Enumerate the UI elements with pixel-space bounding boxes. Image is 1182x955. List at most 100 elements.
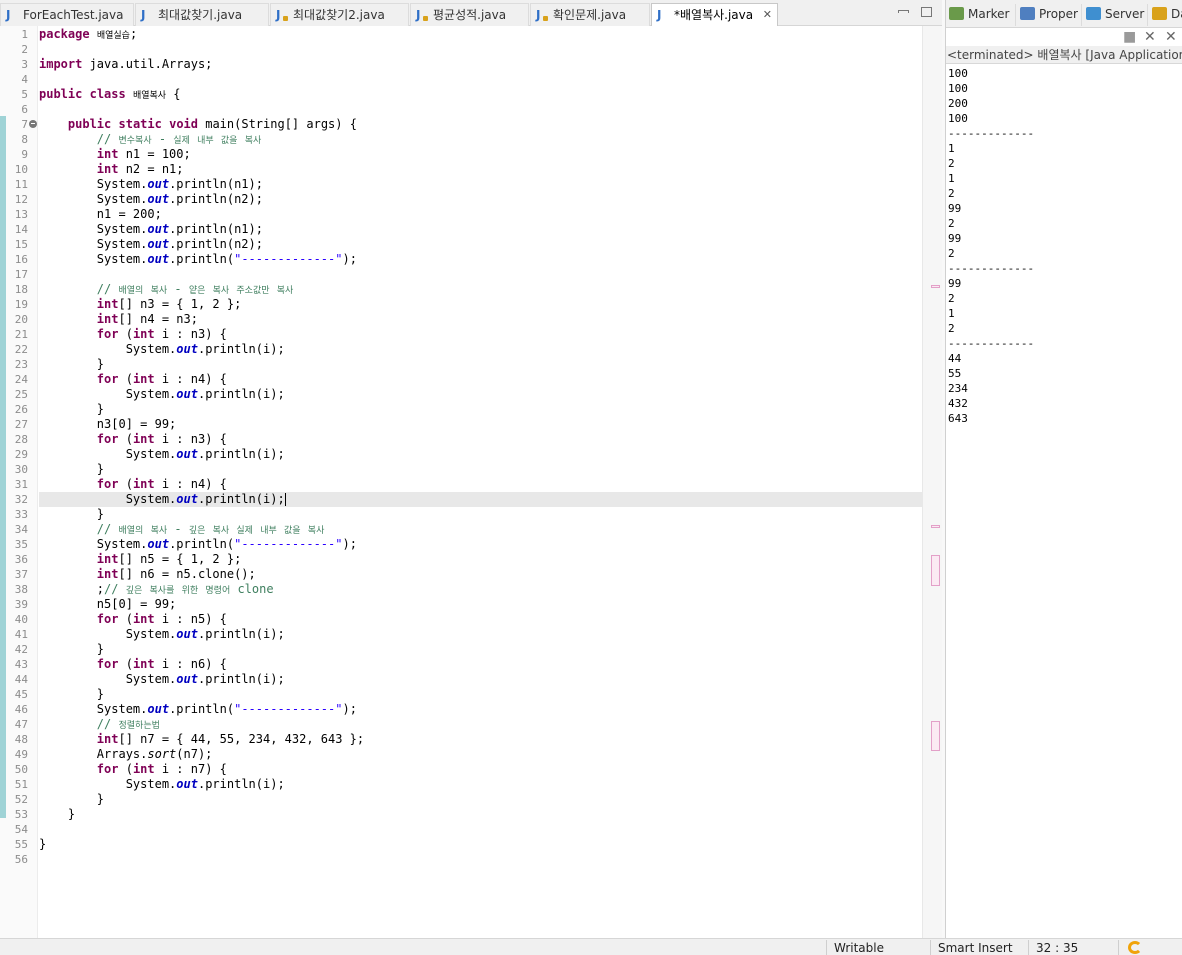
code-line[interactable]: n3[0] = 99; <box>39 417 922 432</box>
sync-icon[interactable] <box>1128 941 1142 954</box>
code-line[interactable]: Arrays.sort(n7); <box>39 747 922 762</box>
text-caret <box>284 493 286 506</box>
code-line[interactable]: for (int i : n4) { <box>39 477 922 492</box>
code-line[interactable] <box>39 72 922 87</box>
code-line[interactable]: for (int i : n5) { <box>39 612 922 627</box>
code-line[interactable]: System.out.println(n1); <box>39 222 922 237</box>
code-line[interactable] <box>39 267 922 282</box>
code-line[interactable]: System.out.println(i); <box>39 387 922 402</box>
code-line[interactable]: System.out.println(i); <box>39 447 922 462</box>
code-area[interactable]: package 배열실습; import java.util.Arrays; pub… <box>39 26 922 938</box>
overview-marker[interactable] <box>931 555 940 586</box>
line-number: 43 <box>14 658 28 671</box>
line-number: 23 <box>14 358 28 371</box>
code-line[interactable]: int n1 = 100; <box>39 147 922 162</box>
code-line[interactable]: int[] n3 = { 1, 2 }; <box>39 297 922 312</box>
code-line[interactable]: System.out.println("-------------"); <box>39 537 922 552</box>
code-line[interactable]: } <box>39 792 922 807</box>
console-output-line: 2 <box>948 217 955 230</box>
code-line[interactable]: package 배열실습; <box>39 27 922 42</box>
code-line[interactable]: System.out.println(i); <box>39 627 922 642</box>
code-line[interactable]: System.out.println(i); <box>39 672 922 687</box>
code-line[interactable]: } <box>39 807 922 822</box>
code-line[interactable]: System.out.println(n2); <box>39 237 922 252</box>
editor-tab-quiz[interactable]: J 확인문제.java <box>530 3 650 26</box>
code-editor[interactable]: 1 2 3 4 5 6 7 8 9 10 11 12 13 14 15 16 17 18 19 20 21 22 23 24 2… <box>0 26 942 938</box>
line-number: 50 <box>14 763 28 776</box>
code-line[interactable]: int[] n4 = n3; <box>39 312 922 327</box>
editor-tab-foreachtest[interactable]: J ForEachTest.java <box>0 3 134 26</box>
overview-ruler[interactable] <box>922 26 942 938</box>
view-tab-data-source[interactable]: Da <box>1149 4 1182 26</box>
line-number: 3 <box>21 58 28 71</box>
code-line[interactable] <box>39 102 922 117</box>
code-line[interactable]: int n2 = n1; <box>39 162 922 177</box>
code-line[interactable]: } <box>39 357 922 372</box>
console-output[interactable]: 100 100 200 100 ------------- 1 2 1 2 99 2 99 2 -----… <box>948 66 1178 426</box>
code-line[interactable]: public class 배열복사 { <box>39 87 922 102</box>
view-tab-bar: Marker Proper Server Da <box>946 0 1182 28</box>
line-number: 52 <box>14 793 28 806</box>
code-line[interactable] <box>39 822 922 837</box>
code-line[interactable]: System.out.println(i); <box>39 777 922 792</box>
code-line[interactable]: int[] n7 = { 44, 55, 234, 432, 643 }; <box>39 732 922 747</box>
code-line[interactable]: for (int i : n7) { <box>39 762 922 777</box>
close-tab-icon[interactable]: ✕ <box>763 4 772 26</box>
code-line[interactable] <box>39 42 922 57</box>
code-line[interactable]: System.out.println(n1); <box>39 177 922 192</box>
code-line[interactable]: import java.util.Arrays; <box>39 57 922 72</box>
code-line[interactable]: } <box>39 687 922 702</box>
remove-all-terminated-icon[interactable]: ✕ <box>1165 30 1177 44</box>
editor-tab-average[interactable]: J 평균성적.java <box>410 3 529 26</box>
fold-collapse-icon[interactable] <box>29 120 37 128</box>
code-line[interactable]: System.out.println("-------------"); <box>39 702 922 717</box>
line-number: 7 <box>21 118 28 131</box>
code-line[interactable] <box>39 852 922 867</box>
code-line[interactable]: } <box>39 402 922 417</box>
overview-marker[interactable] <box>931 525 940 528</box>
code-line[interactable]: for (int i : n3) { <box>39 327 922 342</box>
code-line[interactable]: } <box>39 462 922 477</box>
code-line[interactable]: } <box>39 642 922 657</box>
console-output-line: 432 <box>948 397 968 410</box>
minimize-icon[interactable] <box>898 10 909 13</box>
code-line[interactable]: // 배열의 복사 - 얕은 복사 주소값만 복사 <box>39 282 922 297</box>
code-line[interactable]: System.out.println(i); <box>39 492 922 507</box>
code-line[interactable]: for (int i : n6) { <box>39 657 922 672</box>
code-line[interactable]: n5[0] = 99; <box>39 597 922 612</box>
code-line[interactable]: n1 = 200; <box>39 207 922 222</box>
console-output-line: 234 <box>948 382 968 395</box>
overview-marker[interactable] <box>931 721 940 751</box>
code-line[interactable]: for (int i : n3) { <box>39 432 922 447</box>
line-number: 13 <box>14 208 28 221</box>
maximize-icon[interactable] <box>921 7 932 17</box>
view-tab-servers[interactable]: Server <box>1083 4 1148 26</box>
code-line[interactable]: // 정렬하는법 <box>39 717 922 732</box>
code-line[interactable]: System.out.println(i); <box>39 342 922 357</box>
code-line[interactable]: } <box>39 507 922 522</box>
code-line[interactable]: for (int i : n4) { <box>39 372 922 387</box>
terminate-icon[interactable]: ■ <box>1123 30 1136 44</box>
overview-marker[interactable] <box>931 285 940 288</box>
status-cursor-position[interactable]: 32 : 35 <box>1036 941 1078 955</box>
code-line[interactable]: ;// 깊은 복사를 위한 명령어 clone <box>39 582 922 597</box>
status-insert-mode[interactable]: Smart Insert <box>938 941 1013 955</box>
editor-tab-maxfind[interactable]: J 최대값찾기.java <box>135 3 269 26</box>
line-number: 8 <box>21 133 28 146</box>
line-number: 10 <box>14 163 28 176</box>
code-line[interactable]: int[] n6 = n5.clone(); <box>39 567 922 582</box>
remove-launch-icon[interactable]: ✕ <box>1144 30 1156 44</box>
status-separator <box>826 940 827 955</box>
view-tab-properties[interactable]: Proper <box>1017 4 1082 26</box>
code-line[interactable]: } <box>39 837 922 852</box>
code-line[interactable]: public static void main(String[] args) { <box>39 117 922 132</box>
editor-tab-arraycopy[interactable]: J *배열복사.java ✕ <box>651 3 778 26</box>
view-tab-markers[interactable]: Marker <box>946 4 1016 26</box>
code-line[interactable]: // 변수복사 - 실제 내부 값을 복사 <box>39 132 922 147</box>
code-line[interactable]: // 배열의 복사 - 깊은 복사 실제 내부 값을 복사 <box>39 522 922 537</box>
code-line[interactable]: System.out.println("-------------"); <box>39 252 922 267</box>
code-line[interactable]: System.out.println(n2); <box>39 192 922 207</box>
line-number: 22 <box>14 343 28 356</box>
editor-tab-maxfind2[interactable]: J 최대값찾기2.java <box>270 3 409 26</box>
code-line[interactable]: int[] n5 = { 1, 2 }; <box>39 552 922 567</box>
